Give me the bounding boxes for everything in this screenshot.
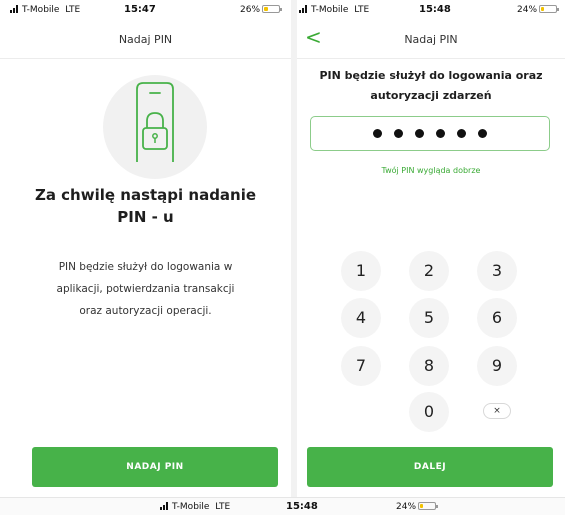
nav-bar: < Nadaj PIN [297, 22, 565, 59]
pin-dot [436, 129, 445, 138]
description-line: aplikacji, potwierdzania transakcji [56, 283, 235, 295]
carrier-info: T-Mobile LTE [10, 5, 80, 15]
nav-bar: Nadaj PIN [0, 22, 291, 59]
status-bar: T-Mobile LTE 15:48 24% [0, 499, 565, 519]
screen-assign-pin-intro: T-Mobile LTE 15:47 26% Nadaj PIN Za chwi… [0, 0, 291, 497]
nav-title: Nadaj PIN [404, 33, 458, 46]
pin-dot [394, 129, 403, 138]
pin-title-line: PIN będzie służył do logowania oraz [319, 69, 543, 82]
status-bar: T-Mobile LTE 15:47 26% [0, 0, 291, 20]
keypad-key-6[interactable]: 6 [477, 298, 517, 338]
network-type: LTE [215, 502, 231, 512]
battery-icon [539, 5, 559, 13]
pin-dot [373, 129, 382, 138]
battery-percent: 26% [240, 5, 261, 15]
keypad-key-7[interactable]: 7 [341, 346, 381, 386]
next-button[interactable]: DALEJ [307, 447, 553, 487]
signal-icon [10, 5, 19, 13]
nav-title: Nadaj PIN [118, 33, 173, 46]
delete-x-icon[interactable]: × [483, 403, 511, 419]
status-time: 15:47 [124, 4, 156, 15]
battery-percent: 24% [396, 502, 417, 512]
keypad-key-5[interactable]: 5 [409, 298, 449, 338]
network-type: LTE [354, 5, 370, 15]
carrier-name: T-Mobile [172, 502, 210, 512]
status-time: 15:48 [419, 4, 451, 15]
signal-icon [160, 502, 169, 510]
assign-pin-button[interactable]: NADAJ PIN [32, 447, 278, 487]
headline-line: Za chwilę nastąpi nadanie [34, 186, 257, 204]
pin-dot [478, 129, 487, 138]
headline: Za chwilę nastąpi nadanie PIN - u [10, 184, 281, 228]
battery-percent: 24% [517, 5, 538, 15]
battery-icon [262, 5, 282, 13]
screen-pin-entry: T-Mobile LTE 15:48 24% < Nadaj PIN PIN b… [297, 0, 565, 497]
status-time: 15:48 [286, 501, 318, 512]
phone-padlock-icon [103, 75, 207, 179]
pin-title-line: autoryzacji zdarzeń [370, 89, 492, 102]
pin-dot [457, 129, 466, 138]
pin-input[interactable] [310, 116, 550, 151]
keypad-key-2[interactable]: 2 [409, 251, 449, 291]
keypad-key-0[interactable]: 0 [409, 392, 449, 432]
status-bar: T-Mobile LTE 15:48 24% [297, 0, 565, 20]
next-screen-partial: T-Mobile LTE 15:48 24% [0, 497, 565, 515]
carrier-name: T-Mobile [311, 5, 349, 15]
description-line: PIN będzie służył do logowania w [58, 261, 233, 273]
keypad-key-8[interactable]: 8 [409, 346, 449, 386]
keypad-key-1[interactable]: 1 [341, 251, 381, 291]
headline-line: PIN - u [117, 208, 174, 226]
description-line: oraz autoryzacji operacji. [79, 305, 212, 317]
signal-icon [299, 5, 308, 13]
pin-hint: Twój PIN wygląda dobrze [381, 166, 481, 175]
pin-dot [415, 129, 424, 138]
description: PIN będzie służył do logowania w aplikac… [20, 256, 271, 322]
carrier-info: T-Mobile LTE [299, 5, 369, 15]
pin-title: PIN będzie służył do logowania oraz auto… [302, 66, 560, 106]
keypad-key-4[interactable]: 4 [341, 298, 381, 338]
keypad-key-9[interactable]: 9 [477, 346, 517, 386]
battery-icon [418, 502, 438, 510]
network-type: LTE [65, 5, 81, 15]
carrier-info: T-Mobile LTE [160, 502, 230, 512]
keypad-key-3[interactable]: 3 [477, 251, 517, 291]
carrier-name: T-Mobile [22, 5, 60, 15]
